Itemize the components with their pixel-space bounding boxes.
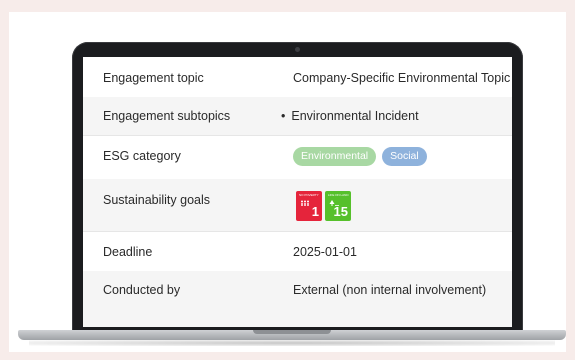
camera-icon bbox=[295, 47, 300, 52]
sdg-badge-caption: NO POVERTY bbox=[299, 193, 319, 197]
laptop-base bbox=[18, 330, 566, 340]
engagement-subtopics-label: Engagement subtopics bbox=[103, 109, 231, 123]
deadline-label: Deadline bbox=[103, 245, 153, 259]
sustainability-goals-badges: NO POVERTY 1 LIFE ON LAND 15 bbox=[293, 191, 363, 223]
engagement-topic-value: Company-Specific Environmental Topic bbox=[293, 71, 511, 85]
family-icon bbox=[301, 200, 309, 206]
esg-category-label: ESG category bbox=[103, 149, 181, 163]
conducted-by-value: External (non internal involvement) bbox=[293, 283, 487, 297]
laptop-shadow bbox=[29, 340, 555, 346]
conducted-by-label: Conducted by bbox=[103, 283, 181, 297]
sustainability-goals-label: Sustainability goals bbox=[103, 193, 211, 207]
sdg-badge-caption: LIFE ON LAND bbox=[328, 193, 349, 197]
laptop-lid: Engagement topic Company-Specific Enviro… bbox=[72, 42, 523, 334]
laptop-base-notch bbox=[253, 330, 331, 334]
engagement-topic-label: Engagement topic bbox=[103, 71, 204, 85]
detail-row-engagement-subtopics: Engagement subtopics • Environmental Inci… bbox=[83, 97, 512, 136]
esg-category-tags: Environmental Social bbox=[293, 147, 433, 166]
subtopic-item: Environmental Incident bbox=[291, 109, 419, 123]
tag-environmental: Environmental bbox=[293, 147, 377, 166]
detail-row-deadline: Deadline 2025-01-01 bbox=[83, 231, 512, 272]
laptop-screen: Engagement topic Company-Specific Enviro… bbox=[83, 57, 512, 327]
detail-row-conducted-by: Conducted by External (non internal invo… bbox=[83, 271, 512, 327]
bullet-icon: • bbox=[281, 109, 286, 123]
sdg-badge-1: NO POVERTY 1 bbox=[296, 191, 322, 221]
sdg-badge-number: 15 bbox=[333, 204, 348, 219]
detail-row-esg-category: ESG category Environmental Social bbox=[83, 135, 512, 180]
deadline-value: 2025-01-01 bbox=[293, 245, 357, 259]
tag-social: Social bbox=[382, 147, 427, 166]
laptop-mockup: Engagement topic Company-Specific Enviro… bbox=[9, 12, 566, 352]
detail-row-sustainability-goals: Sustainability goals NO POVERTY 1 LIFE O… bbox=[83, 179, 512, 232]
engagement-subtopics-value: • Environmental Incident bbox=[281, 109, 419, 123]
sdg-badge-number: 1 bbox=[311, 204, 319, 219]
detail-row-engagement-topic: Engagement topic Company-Specific Enviro… bbox=[83, 57, 512, 98]
sdg-badge-15: LIFE ON LAND 15 bbox=[325, 191, 351, 221]
